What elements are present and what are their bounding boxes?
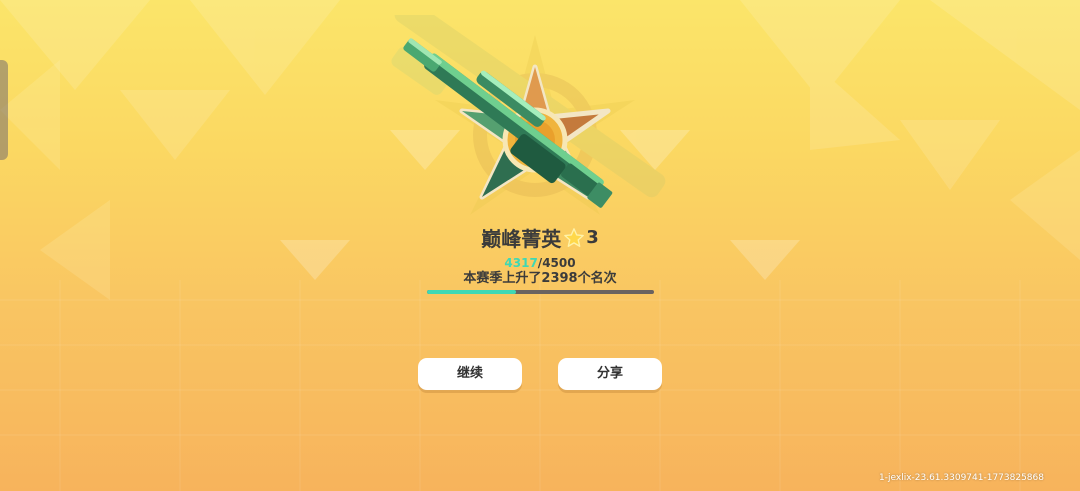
rank-title-row: 巅峰菁英 3 (0, 223, 1080, 252)
rank-progress-bar (427, 290, 654, 294)
points-current: 4317 (504, 256, 538, 270)
build-info-text: 1-jexlix-23.61.3309741-1773825868 (879, 473, 1044, 483)
rank-progress-fill (427, 290, 516, 294)
share-button[interactable]: 分享 (558, 358, 662, 390)
rank-star-count: 3 (586, 227, 599, 248)
rank-result-screen: 巅峰菁英 3 4317/4500 本赛季上升了2398个名次 继续 分享 1-j… (0, 0, 1080, 491)
rank-title: 巅峰菁英 (481, 227, 562, 251)
points-max: 4500 (542, 256, 576, 270)
sniper-rifle-star-badge-icon (391, 15, 666, 215)
continue-button[interactable]: 继续 (418, 358, 522, 390)
rank-points: 4317/4500 (0, 256, 1080, 270)
season-rank-change-text: 本赛季上升了2398个名次 (463, 271, 617, 286)
side-drawer-handle[interactable] (0, 60, 8, 160)
star-icon (564, 227, 585, 247)
